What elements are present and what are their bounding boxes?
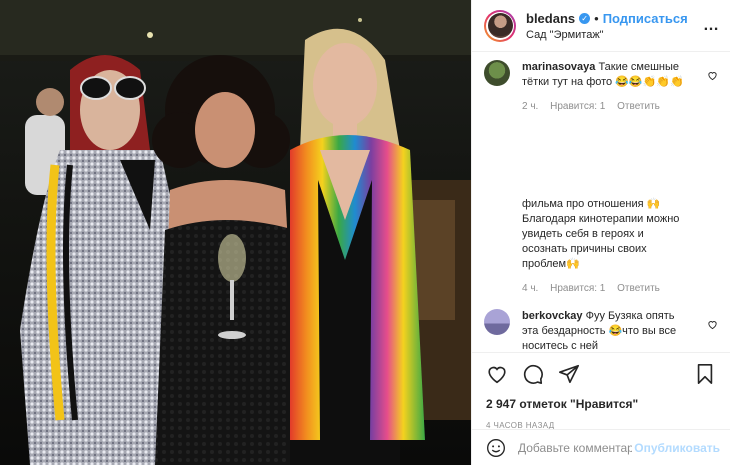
post-photo[interactable] xyxy=(0,0,471,465)
instagram-post: bledans ✓ • Подписаться Сад "Эрмитаж" … … xyxy=(0,0,730,465)
post-photo-illustration xyxy=(0,0,471,465)
comment-item: фильма про отношения 🙌 Благодаря кинотер… xyxy=(484,197,718,294)
more-icon[interactable]: … xyxy=(703,17,720,35)
follow-button[interactable]: Подписаться xyxy=(603,11,688,26)
comment-input[interactable] xyxy=(516,439,635,456)
comment-item: berkovckay Фуу Бузяка опять эта бездарно… xyxy=(484,309,718,352)
comment-icon[interactable] xyxy=(522,363,544,385)
separator-dot: • xyxy=(594,10,599,26)
reply-button[interactable]: Ответить xyxy=(617,101,660,112)
comment-text-block: marinasovaya Такие смешные тётки тут на … xyxy=(522,60,692,90)
comment-like-heart-icon[interactable] xyxy=(707,70,718,81)
reply-button[interactable]: Ответить xyxy=(617,283,660,294)
comment-like-heart-icon[interactable] xyxy=(707,319,718,330)
comment-meta: 2 ч. Нравится: 1 Ответить xyxy=(522,101,692,112)
commenter-avatar[interactable] xyxy=(484,309,510,335)
comment-text: фильма про отношения 🙌 Благодаря кинотер… xyxy=(522,198,680,270)
commenter-avatar[interactable] xyxy=(484,60,510,86)
comment-item: marinasovaya Такие смешные тётки тут на … xyxy=(484,60,718,112)
post-sidebar: bledans ✓ • Подписаться Сад "Эрмитаж" … … xyxy=(471,0,730,465)
comment-likes[interactable]: Нравится: 1 xyxy=(550,283,605,294)
comment-meta: 4 ч. Нравится: 1 Ответить xyxy=(522,283,692,294)
comment-time: 2 ч. xyxy=(522,101,539,112)
commenter-username[interactable]: marinasovaya xyxy=(522,61,595,73)
add-comment-bar: Опубликовать xyxy=(472,429,730,465)
comment-likes[interactable]: Нравится: 1 xyxy=(550,101,605,112)
emoji-icon[interactable] xyxy=(486,438,506,458)
comment-time: 4 ч. xyxy=(522,283,539,294)
commenter-username[interactable]: berkovckay xyxy=(522,310,583,322)
author-username[interactable]: bledans xyxy=(526,11,575,26)
share-icon[interactable] xyxy=(558,363,580,385)
heart-icon[interactable] xyxy=(486,363,508,385)
post-location[interactable]: Сад "Эрмитаж" xyxy=(526,29,703,41)
comments-list: marinasovaya Такие смешные тётки тут на … xyxy=(472,52,730,352)
bookmark-icon[interactable] xyxy=(694,363,716,385)
likes-count[interactable]: 2 947 отметок "Нравится" xyxy=(486,397,716,411)
post-header: bledans ✓ • Подписаться Сад "Эрмитаж" … xyxy=(472,0,730,52)
verified-badge-icon: ✓ xyxy=(579,12,591,24)
author-avatar[interactable] xyxy=(484,9,516,42)
publish-button[interactable]: Опубликовать xyxy=(634,441,720,455)
comment-text-block: berkovckay Фуу Бузяка опять эта бездарно… xyxy=(522,309,692,352)
